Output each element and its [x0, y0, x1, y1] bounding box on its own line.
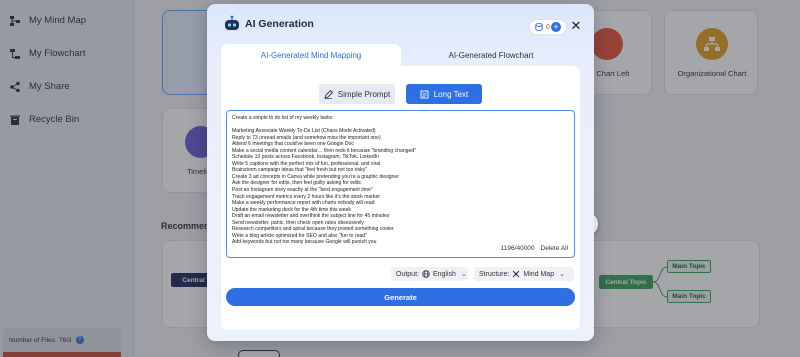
generation-panel: Simple Prompt Long Text Create a simple … — [221, 66, 580, 330]
output-label: Output: — [396, 270, 419, 278]
delete-all-button[interactable]: Delete All — [541, 246, 568, 253]
structure-value: Mind Map — [523, 270, 555, 278]
ai-bot-icon — [225, 15, 239, 30]
dialog-title: AI Generation — [245, 18, 314, 30]
close-button[interactable]: ✕ — [570, 19, 582, 33]
tab-ai-mind-mapping[interactable]: AI-Generated Mind Mapping — [221, 44, 401, 66]
ai-generation-dialog: AI Generation 0 + ✕ AI-Generated Mind Ma… — [207, 4, 594, 341]
long-text-button[interactable]: Long Text — [406, 84, 482, 104]
credits-badge: 0 — [529, 19, 567, 35]
tab-ai-flowchart[interactable]: AI-Generated Flowchart — [401, 44, 581, 66]
char-count: 1196/40000 — [500, 245, 535, 253]
output-language-select[interactable]: Output: English ⌄ — [391, 267, 468, 281]
credits-count: 0 — [546, 23, 550, 31]
structure-label: Structure: — [479, 270, 510, 278]
mindmap-structure-icon — [513, 270, 520, 278]
output-value: English — [432, 270, 456, 278]
generate-button[interactable]: Generate — [226, 288, 575, 306]
structure-select[interactable]: Structure: Mind Map ⌄ — [474, 267, 574, 281]
textarea-footer: 1196/40000 Delete All — [501, 246, 568, 253]
simple-prompt-label: Simple Prompt — [337, 89, 391, 99]
add-credits-button[interactable]: + — [551, 22, 561, 32]
chevron-down-icon: ⌄ — [559, 271, 565, 278]
chevron-down-icon: ⌄ — [460, 271, 467, 278]
simple-prompt-button[interactable]: Simple Prompt — [319, 84, 395, 104]
long-text-label: Long Text — [433, 89, 469, 99]
pencil-icon — [324, 89, 333, 99]
prompt-text: Create a simple to do list of my weekly … — [232, 115, 569, 246]
coin-stack-icon — [535, 23, 543, 31]
long-text-input[interactable]: Create a simple to do list of my weekly … — [226, 110, 575, 258]
globe-icon — [422, 270, 430, 278]
document-icon — [420, 90, 429, 98]
